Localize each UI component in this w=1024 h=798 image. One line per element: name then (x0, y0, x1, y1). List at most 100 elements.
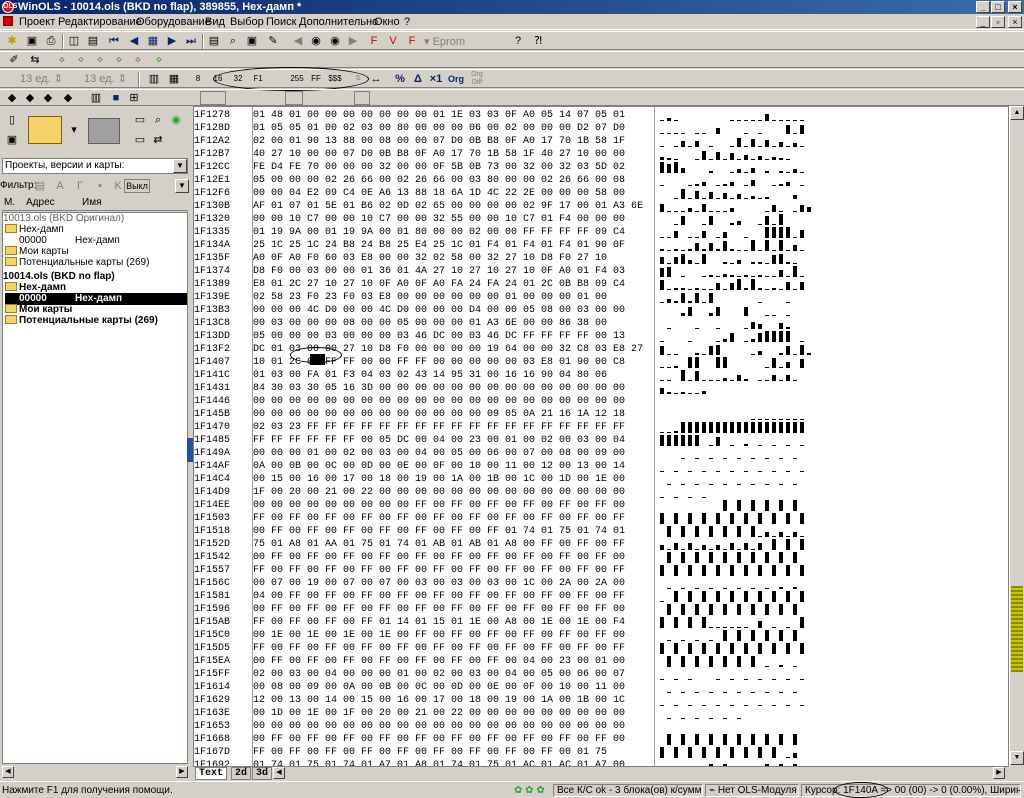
split-handle-3[interactable] (354, 91, 370, 105)
mod5-icon[interactable]: ⋄ (130, 52, 146, 68)
hex-row[interactable]: 1F1692 01 74 01 75 01 74 01 A7 01 A8 01 7… (194, 759, 1008, 766)
hex-bytes[interactable]: FF FF FF FF FF FF 00 05 DC 00 04 00 23 0… (253, 434, 625, 447)
hex-bytes[interactable]: 25 1C 25 1C 24 B8 24 B8 25 E4 25 1C 01 F… (253, 239, 625, 252)
tab-2d[interactable]: 2d (231, 767, 252, 780)
hex-row[interactable]: 1F12F6 00 00 04 E2 09 C4 0E A6 13 88 18 6… (194, 187, 1008, 200)
hscroll-right-icon[interactable]: ▶ (993, 767, 1005, 779)
olsx-icon[interactable]: ◉ (308, 33, 324, 49)
hex-bytes[interactable]: 02 00 03 00 04 00 00 00 01 00 02 00 03 0… (253, 668, 625, 681)
open-folder-icon[interactable] (28, 116, 62, 144)
hex-row[interactable]: 1F1470 02 03 23 FF FF FF FF FF FF FF FF F… (194, 421, 1008, 434)
hex-row[interactable]: 1F15D5 FF 00 FF 00 FF 00 FF 00 FF 00 FF 0… (194, 642, 1008, 655)
flash-f2-icon[interactable]: F (404, 33, 420, 49)
hex-bytes[interactable]: 00 1E 00 1E 00 1E 00 1E 00 FF 00 FF 00 F… (253, 629, 625, 642)
mod3-icon[interactable]: ⋄ (92, 52, 108, 68)
save-file-icon[interactable]: ▣ (4, 132, 20, 148)
filter-icon-4[interactable]: ▪ (92, 178, 108, 194)
hscroll-left-icon[interactable]: ◀ (273, 767, 285, 779)
hex-row[interactable]: 1F167D FF 00 FF 00 FF 00 FF 00 FF 00 FF 0… (194, 746, 1008, 759)
flash-f-icon[interactable]: F (366, 33, 382, 49)
hex-row[interactable]: 1F13F2 DC 01 03 00 00 27 10 D8 F0 00 00 0… (194, 343, 1008, 356)
text-view-icon[interactable]: ▤ (206, 33, 222, 49)
hex-bytes[interactable]: 00 00 00 00 00 00 00 00 00 00 00 00 00 0… (253, 395, 625, 408)
minimize-button[interactable]: _ (976, 1, 990, 13)
scroll-down-icon[interactable]: ▼ (1010, 751, 1024, 765)
print-icon[interactable]: ⎙ (43, 33, 59, 49)
windows-icon[interactable]: ▤ (85, 33, 101, 49)
window-icon[interactable]: ◫ (66, 33, 82, 49)
hex-bytes[interactable]: 12 00 13 00 14 00 15 00 16 00 17 00 18 0… (253, 694, 625, 707)
hex-bytes[interactable]: 40 27 10 00 00 07 D0 0B B8 0F A0 17 70 1… (253, 148, 625, 161)
hex-bytes[interactable]: FF 00 FF 00 FF 00 FF 00 FF 00 FF 00 FF 0… (253, 564, 625, 577)
col-address[interactable]: Адрес (26, 197, 55, 208)
hex-bytes[interactable]: 00 FF 00 FF 00 FF 00 FF 00 FF 00 FF 00 F… (253, 733, 625, 746)
org-diff-button[interactable]: Org Diff (467, 71, 487, 87)
hex-bytes[interactable]: 00 15 00 16 00 17 00 18 00 19 00 1A 00 1… (253, 473, 625, 486)
hex-row[interactable]: 1F1278 01 48 01 00 00 00 00 00 00 00 01 1… (194, 109, 1008, 122)
hex-row[interactable]: 1F1407 10 01 2C 00 FF FF 00 00 FF FF 00 0… (194, 356, 1008, 369)
hex-row[interactable]: 1F12A2 02 00 01 90 13 88 00 08 00 00 07 D… (194, 135, 1008, 148)
hex-row[interactable]: 1F1446 00 00 00 00 00 00 00 00 00 00 00 0… (194, 395, 1008, 408)
hex-bytes[interactable]: AF 01 07 01 5E 01 B6 02 0D 02 65 00 00 0… (253, 200, 643, 213)
hex-row[interactable]: 1F149A 00 00 00 01 00 02 00 03 00 04 00 0… (194, 447, 1008, 460)
maximize-button[interactable]: □ (991, 1, 1005, 13)
hex-bytes[interactable]: 10 01 2C 00 FF FF 00 00 FF FF 00 00 00 0… (253, 356, 625, 369)
hex-bytes[interactable]: FF 00 FF 00 FF 00 FF 01 14 01 15 01 1E 0… (253, 616, 625, 629)
globe-icon[interactable]: ◉ (168, 112, 184, 128)
columns-icon[interactable]: ▥ (146, 71, 162, 87)
hex-row[interactable]: 1F1581 04 00 FF 00 FF 00 FF 00 FF 00 FF 0… (194, 590, 1008, 603)
proj6-icon[interactable]: ■ (108, 90, 124, 106)
hex-row[interactable]: 1F13C8 00 03 00 00 00 08 00 00 05 00 00 0… (194, 317, 1008, 330)
hex-bytes[interactable]: 02 00 01 90 13 88 00 08 00 00 07 D0 0B B… (253, 135, 625, 148)
mdi-minimize-button[interactable]: _ (976, 16, 990, 28)
filter-icon-2[interactable]: A (52, 178, 68, 194)
hex-bytes[interactable]: 00 08 00 09 00 0A 00 0B 00 0C 00 0D 00 0… (253, 681, 625, 694)
project-dropdown[interactable]: Проекты, версии и карты: ▼ (2, 158, 188, 174)
proj2-icon[interactable]: ◆ (22, 90, 38, 106)
menu-search[interactable]: Поиск (266, 15, 296, 29)
filter-off-button[interactable]: Выкл (124, 179, 150, 193)
save-icon[interactable]: ▣ (244, 33, 260, 49)
tab-3d[interactable]: 3d (252, 767, 273, 780)
hex-row[interactable]: 1F14EE 00 00 00 00 00 00 00 00 00 FF 00 F… (194, 499, 1008, 512)
hex-row[interactable]: 1F1320 00 00 10 C7 00 00 10 C7 00 00 32 5… (194, 213, 1008, 226)
forward-icon[interactable]: ▶ (345, 33, 361, 49)
hex-bytes[interactable]: 0A 00 0B 00 0C 00 0D 00 0E 00 0F 00 10 0… (253, 460, 625, 473)
hex-row[interactable]: 1F15AB FF 00 FF 00 FF 00 FF 01 14 01 15 0… (194, 616, 1008, 629)
menu-project[interactable]: Проект (19, 15, 55, 29)
hex-row[interactable]: 1F1557 FF 00 FF 00 FF 00 FF 00 FF 00 FF 0… (194, 564, 1008, 577)
filter-icon-1[interactable]: ▤ (32, 178, 48, 194)
winols-app-icon[interactable]: OLS (2, 1, 17, 13)
new-file-icon[interactable]: ▯ (4, 112, 20, 128)
hex-row[interactable]: 1F141C 01 03 00 FA 01 F3 04 03 02 43 14 9… (194, 369, 1008, 382)
hex-bytes[interactable]: 75 01 A8 01 AA 01 75 01 74 01 AB 01 AB 0… (253, 538, 625, 551)
hex-bytes[interactable]: 00 FF 00 FF 00 FF 00 FF 00 FF 00 FF 00 F… (253, 655, 625, 668)
hex-bytes[interactable]: 00 00 00 00 00 00 00 00 00 FF 00 FF 00 F… (253, 499, 625, 512)
hex-row[interactable]: 1F12CC FE D4 FE 70 00 00 00 32 00 00 0F 5… (194, 161, 1008, 174)
hex-bytes[interactable]: 00 00 10 C7 00 00 10 C7 00 00 32 55 00 0… (253, 213, 625, 226)
hex-bytes[interactable]: 00 07 00 19 00 07 00 07 00 03 00 03 00 0… (253, 577, 625, 590)
hex-bytes[interactable]: 01 19 9A 00 01 19 9A 00 01 80 00 00 02 0… (253, 226, 625, 239)
split-handle-2[interactable] (285, 91, 303, 105)
swap-icon[interactable]: ↔ (368, 71, 384, 87)
mdi-close-button[interactable]: × (1008, 16, 1022, 28)
percent-button[interactable]: % (392, 71, 408, 87)
mod6-icon[interactable]: ⋄ (151, 52, 167, 68)
hex-bytes[interactable]: DC 01 03 00 00 27 10 D8 F0 00 00 00 00 1… (253, 343, 643, 356)
times1-button[interactable]: ×1 (428, 71, 444, 87)
hex-row[interactable]: 1F15FF 02 00 03 00 04 00 00 00 01 00 02 0… (194, 668, 1008, 681)
tab-text[interactable]: Text (195, 767, 228, 780)
hex-dump-panel[interactable]: 1F1278 01 48 01 00 00 00 00 00 00 00 01 1… (193, 106, 1009, 767)
hex-bytes[interactable]: A0 0F A0 F0 60 03 E8 00 00 32 02 58 00 3… (253, 252, 607, 265)
tree-item[interactable]: Потенциальные карты (269) (5, 315, 187, 327)
proj5-icon[interactable]: ▥ (88, 90, 104, 106)
proj7-icon[interactable]: ⊞ (126, 90, 142, 106)
hex-bytes[interactable]: 1F 00 20 00 21 00 22 00 00 00 00 00 00 0… (253, 486, 625, 499)
hex-row[interactable]: 1F1653 00 00 00 00 00 00 00 00 00 00 00 0… (194, 720, 1008, 733)
help-icon[interactable]: ? (510, 33, 526, 49)
scroll-right-icon[interactable]: ▶ (176, 766, 188, 778)
menu-help[interactable]: ? (404, 15, 410, 29)
units-left-spinner[interactable]: 13 ед. ⇕ (20, 71, 64, 87)
split-handle-1[interactable] (200, 91, 226, 105)
grid-view-icon[interactable]: ▦ (166, 71, 182, 87)
